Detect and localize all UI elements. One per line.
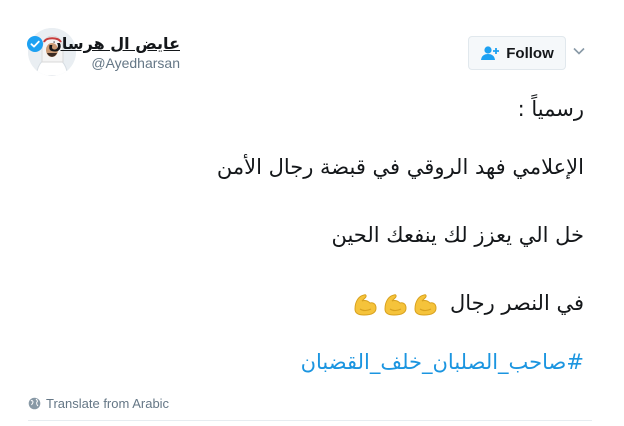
follow-label: Follow (506, 44, 554, 62)
display-name[interactable]: عايض ال هرسان (48, 34, 180, 53)
divider (28, 420, 592, 421)
tweet-line-4-text: في النصر رجال (449, 291, 584, 315)
tweet-line-4: في النصر رجال (352, 288, 584, 318)
flexed-biceps-icon (384, 294, 407, 316)
user-info: عايض ال هرسان @Ayedharsan (27, 34, 180, 71)
name-row: عايض ال هرسان (27, 34, 180, 53)
add-user-icon (480, 45, 500, 61)
flexed-biceps-icon (354, 294, 377, 316)
flexed-biceps-icon (414, 294, 437, 316)
tweet-header: عايض ال هرسان @Ayedharsan Follow (0, 0, 624, 100)
hashtag-link[interactable]: #صاحب_الصلبان_خلف_القضبان (301, 350, 584, 374)
tweet-line-3: خل الي يعزز لك ينفعك الحين (331, 223, 584, 247)
chevron-down-icon[interactable] (572, 44, 586, 58)
translate-label: Translate from Arabic (46, 396, 170, 411)
emoji-group (352, 289, 440, 317)
translate-link[interactable]: Translate from Arabic (28, 396, 169, 411)
verified-badge-icon (27, 35, 44, 52)
follow-button[interactable]: Follow (468, 36, 566, 70)
globe-icon (28, 397, 41, 410)
user-handle[interactable]: @Ayedharsan (27, 55, 180, 71)
tweet-line-1: رسمياً : (517, 97, 584, 121)
tweet-line-2: الإعلامي فهد الروقي في قبضة رجال الأمن (216, 155, 584, 179)
